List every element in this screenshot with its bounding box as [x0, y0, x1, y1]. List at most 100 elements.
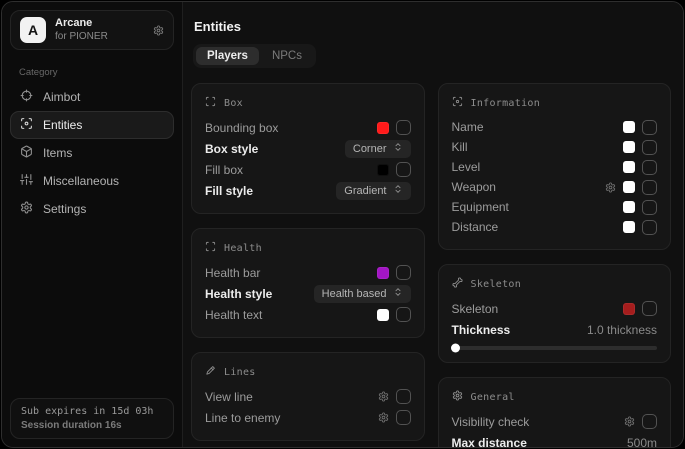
sidebar-item-label: Settings: [43, 202, 86, 216]
subscription-card: Sub expires in 15d 03h Session duration …: [10, 398, 174, 439]
row-equipment: Equipment: [452, 197, 658, 217]
health-icon: [205, 241, 216, 255]
card-title: Box: [224, 98, 243, 109]
row-health-bar: Health bar: [205, 262, 411, 283]
health-style-dropdown[interactable]: Health based: [314, 285, 411, 303]
row-fill-box: Fill box: [205, 159, 411, 180]
card-general: General Visibility check Max distance 50…: [438, 377, 672, 447]
row-label: Health text: [205, 308, 262, 322]
row-bounding-box: Bounding box: [205, 117, 411, 138]
app-subtitle: for PIONER: [55, 31, 108, 44]
name-checkbox[interactable]: [642, 120, 657, 135]
weapon-gear-icon[interactable]: [605, 182, 616, 193]
row-label: Health style: [205, 287, 272, 301]
card-title: Information: [471, 98, 541, 109]
sidebar-item-aimbot[interactable]: Aimbot: [10, 83, 174, 111]
tab-players[interactable]: Players: [196, 47, 259, 65]
row-label: Health bar: [205, 266, 260, 280]
color-swatch[interactable]: [623, 303, 635, 315]
fill-style-dropdown[interactable]: Gradient: [336, 182, 410, 200]
skeleton-checkbox[interactable]: [642, 301, 657, 316]
row-label: View line: [205, 390, 253, 404]
level-checkbox[interactable]: [642, 160, 657, 175]
color-swatch[interactable]: [377, 122, 389, 134]
row-label: Fill box: [205, 163, 243, 177]
pencil-line-icon: [205, 365, 216, 379]
row-weapon: Weapon: [452, 177, 658, 197]
row-label: Weapon: [452, 180, 496, 194]
card-title: Lines: [224, 367, 256, 378]
sidebar-nav: Aimbot Entities Items Miscellaneous Sett…: [2, 83, 182, 223]
color-swatch[interactable]: [377, 267, 389, 279]
thickness-slider[interactable]: [452, 346, 658, 350]
card-title: Health: [224, 243, 262, 254]
distance-checkbox[interactable]: [642, 220, 657, 235]
sidebar-item-items[interactable]: Items: [10, 139, 174, 167]
box-style-dropdown[interactable]: Corner: [345, 140, 411, 158]
color-swatch[interactable]: [623, 141, 635, 153]
row-label: Max distance: [452, 436, 527, 448]
line-to-enemy-gear-icon[interactable]: [378, 412, 389, 423]
row-kill: Kill: [452, 137, 658, 157]
chevrons-up-down-icon: [393, 184, 403, 197]
row-label: Fill style: [205, 184, 253, 198]
card-box: Box Bounding box Box style Corne: [191, 83, 425, 214]
health-text-checkbox[interactable]: [396, 307, 411, 322]
card-title: Skeleton: [471, 279, 522, 290]
chevrons-up-down-icon: [393, 142, 403, 155]
card-skeleton: Skeleton Skeleton Thickness 1.0 thicknes…: [438, 264, 672, 363]
row-label: Line to enemy: [205, 411, 280, 425]
equipment-checkbox[interactable]: [642, 200, 657, 215]
row-label: Box style: [205, 142, 258, 156]
health-bar-checkbox[interactable]: [396, 265, 411, 280]
slider-thumb[interactable]: [451, 344, 460, 353]
gear-icon: [20, 201, 33, 217]
tab-npcs[interactable]: NPCs: [261, 47, 313, 65]
fill-box-checkbox[interactable]: [396, 162, 411, 177]
sidebar-item-label: Aimbot: [43, 90, 80, 104]
visibility-check-checkbox[interactable]: [642, 414, 657, 429]
card-title: General: [471, 392, 515, 403]
main-panel: Entities Players NPCs Box Bounding box: [183, 2, 683, 447]
row-label: Name: [452, 120, 484, 134]
color-swatch[interactable]: [623, 121, 635, 133]
row-skeleton: Skeleton: [452, 298, 658, 319]
row-label: Bounding box: [205, 121, 278, 135]
row-label: Thickness: [452, 323, 511, 337]
brand-gear-icon[interactable]: [153, 25, 164, 36]
sidebar-item-miscellaneous[interactable]: Miscellaneous: [10, 167, 174, 195]
visibility-gear-icon[interactable]: [624, 416, 635, 427]
sidebar-item-entities[interactable]: Entities: [10, 111, 174, 139]
app-window: A Arcane for PIONER Category Aimbot Enti…: [1, 1, 684, 448]
row-fill-style: Fill style Gradient: [205, 180, 411, 201]
scan-dot-icon: [20, 117, 33, 133]
row-health-style: Health style Health based: [205, 283, 411, 304]
row-line-to-enemy: Line to enemy: [205, 407, 411, 428]
bounding-box-checkbox[interactable]: [396, 120, 411, 135]
color-swatch[interactable]: [623, 221, 635, 233]
view-line-checkbox[interactable]: [396, 389, 411, 404]
sidebar-item-settings[interactable]: Settings: [10, 195, 174, 223]
row-visibility-check: Visibility check: [452, 411, 658, 432]
line-to-enemy-checkbox[interactable]: [396, 410, 411, 425]
color-swatch[interactable]: [623, 201, 635, 213]
weapon-checkbox[interactable]: [642, 180, 657, 195]
row-view-line: View line: [205, 386, 411, 407]
row-thickness: Thickness 1.0 thickness: [452, 319, 658, 340]
color-swatch[interactable]: [377, 309, 389, 321]
app-logo: A: [20, 17, 46, 43]
row-name: Name: [452, 117, 658, 137]
box-icon: [205, 96, 216, 110]
view-line-gear-icon[interactable]: [378, 391, 389, 402]
color-swatch[interactable]: [623, 181, 635, 193]
kill-checkbox[interactable]: [642, 140, 657, 155]
row-distance: Distance: [452, 217, 658, 237]
page-title: Entities: [194, 19, 671, 34]
chevrons-up-down-icon: [393, 287, 403, 300]
color-swatch[interactable]: [623, 161, 635, 173]
card-information: Information Name Kill: [438, 83, 672, 250]
general-icon: [452, 390, 463, 404]
entity-tabs: Players NPCs: [193, 44, 316, 68]
color-swatch[interactable]: [377, 164, 389, 176]
card-lines: Lines View line Line to enemy: [191, 352, 425, 441]
